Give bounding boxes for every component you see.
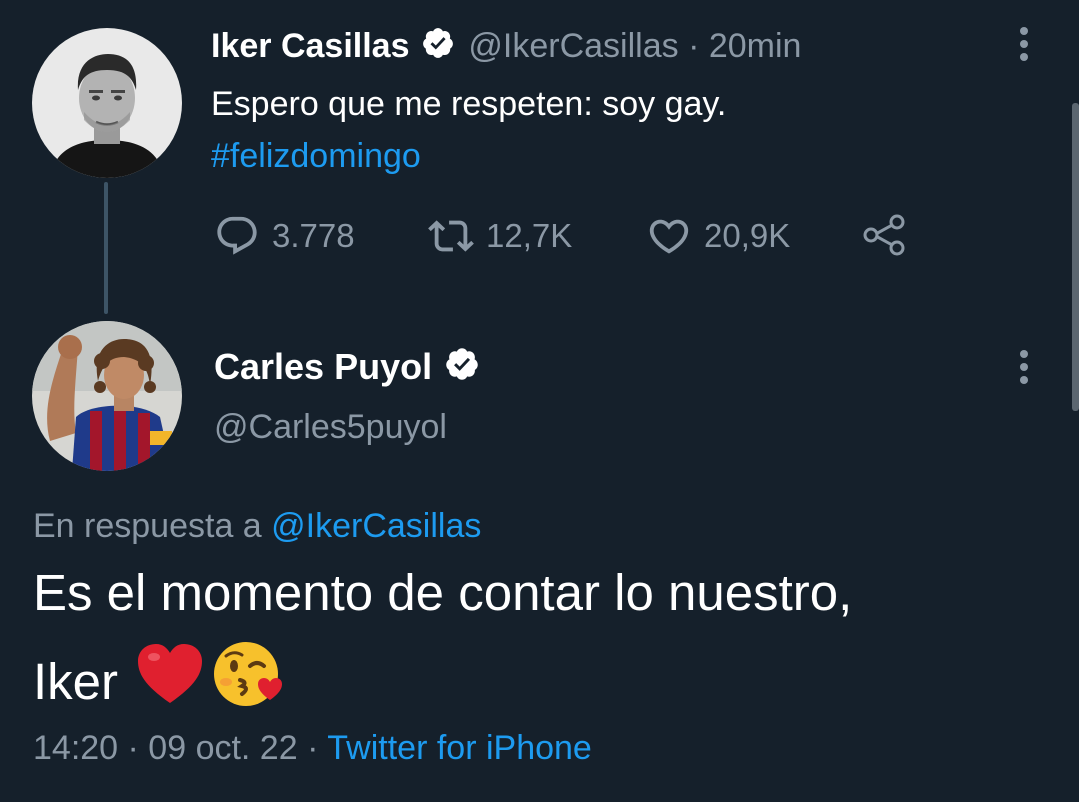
retweet-button[interactable]: 12,7K [428,213,572,259]
share-icon [863,214,905,256]
retweet-count: 12,7K [486,217,573,254]
tweet1-text: Espero que me respeten: soy gay. [211,85,727,123]
tweet1-time[interactable]: 20min [709,27,802,65]
verified-badge-icon [444,346,480,393]
tweet1-more-button[interactable] [1009,22,1039,66]
scrollbar[interactable] [1072,103,1079,411]
more-vertical-icon [1020,350,1028,384]
tweet1-header: Iker Casillas @IkerCasillas · 20min [211,24,801,71]
tweet2-text-line2: Iker [33,653,119,710]
thread-line [104,182,108,314]
avatar-carles-puyol[interactable] [32,321,182,471]
share-button[interactable] [860,211,920,259]
tweet2-timestamp[interactable]: 14:20 · 09 oct. 22 [33,729,298,767]
tweet2-more-button[interactable] [1009,345,1039,389]
reply-count: 3.778 [272,217,355,254]
red-heart-icon [136,643,204,721]
tweet2-text-line1: Es el momento de contar lo nuestro, [33,564,853,621]
face-blowing-kiss-icon [212,638,284,726]
tweet2-author-name[interactable]: Carles Puyol [214,346,432,387]
reply-context: En respuesta a @IkerCasillas [33,504,481,548]
reply-icon [217,216,257,255]
tweet1-hashtag[interactable]: #felizdomingo [211,134,421,178]
verified-badge-icon [421,26,455,71]
tweet2-meta-separator: · [307,729,319,767]
tweet2-meta: 14:20 · 09 oct. 22 · Twitter for iPhone [33,726,592,770]
reply-button[interactable]: 3.778 [214,213,355,259]
tweet1-handle[interactable]: @IkerCasillas [468,27,678,65]
retweet-icon [428,220,474,252]
reply-to-link[interactable]: @IkerCasillas [271,507,481,545]
tweet1-separator: · [688,27,700,65]
tweet2-source[interactable]: Twitter for iPhone [327,729,592,767]
reply-prefix: En respuesta a [33,507,262,545]
tweet2-handle[interactable]: @Carles5puyol [214,405,447,449]
tweet1-author-name[interactable]: Iker Casillas [211,27,409,65]
like-button[interactable]: 20,9K [646,213,790,259]
like-count: 20,9K [704,217,791,254]
avatar-iker-casillas[interactable] [32,28,182,178]
tweet2-author-row: Carles Puyol [214,344,480,393]
heart-icon [649,219,689,254]
more-vertical-icon [1020,27,1028,61]
tweet2-text-line2-row: Iker [33,638,284,726]
